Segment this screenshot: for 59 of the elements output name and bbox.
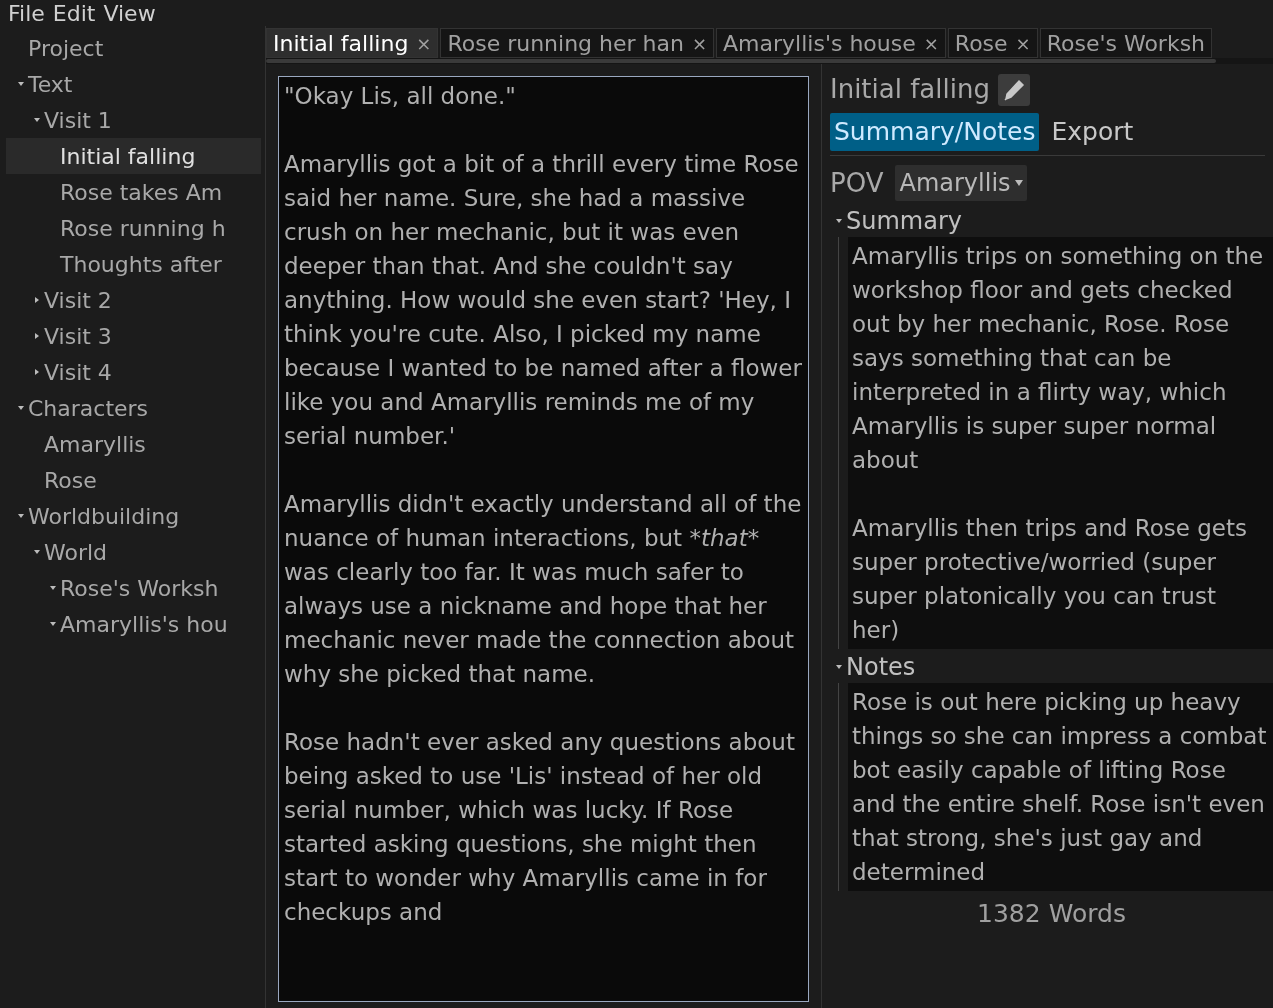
inspector-tab[interactable]: Summary/Notes xyxy=(830,113,1040,151)
section-header[interactable]: Notes xyxy=(846,648,916,685)
menu-item[interactable]: File xyxy=(8,0,45,30)
expanded-arrow-icon[interactable] xyxy=(18,81,24,87)
tree-item[interactable]: Amaryllis xyxy=(6,426,261,462)
tree-item[interactable]: Project xyxy=(6,30,261,66)
tree-item[interactable]: Visit 4 xyxy=(6,354,261,390)
section-header[interactable]: Summary xyxy=(846,202,962,239)
document-tab[interactable]: Rose × xyxy=(947,28,1038,58)
paragraph: Amaryllis then trips and Rose gets super protective/worried (super super platonically you can trust her) xyxy=(852,513,1248,645)
tree-item[interactable]: Visit 1 xyxy=(6,102,261,138)
tree-item[interactable]: Visit 3 xyxy=(6,318,261,354)
text-editor[interactable] xyxy=(278,76,809,1002)
expanded-arrow-icon[interactable] xyxy=(836,663,842,670)
collapsed-arrow-icon[interactable] xyxy=(34,369,40,375)
paragraph: Amaryllis got a bit of a thrill every time Rose said her name. Sure, she had a massive crush on her mechanic, but it was even deeper than that. And she couldn't say anything. How would she even start? 'Hey, I think you're cute. Also, I picked my name because I wanted to be named after a flower like you and Amaryllis reminds me of my serial number.' xyxy=(284,150,803,451)
paragraph: "Okay Lis, all done." xyxy=(284,82,517,111)
expanded-arrow-icon[interactable] xyxy=(50,621,56,627)
close-tab-button[interactable]: × xyxy=(1015,29,1031,57)
document-tab[interactable]: Amaryllis's house × xyxy=(716,28,946,58)
pov-label: POV xyxy=(830,166,884,200)
paragraph: Rose hadn't ever asked any questions about being asked to use 'Lis' instead of her old serial number, which was lucky. If Rose started asking questions, she might then start to wonder why Amaryllis came in for checkups and xyxy=(284,728,796,927)
tree-item[interactable]: Thoughts after xyxy=(6,246,261,282)
close-tab-button[interactable]: × xyxy=(416,29,432,57)
tree-item[interactable]: Worldbuilding xyxy=(6,498,261,534)
expanded-arrow-icon[interactable] xyxy=(34,117,40,123)
tree-item[interactable]: Characters xyxy=(6,390,261,426)
tree-item[interactable]: Initial falling xyxy=(6,138,261,174)
inspector-tab[interactable]: Export xyxy=(1047,113,1138,151)
expanded-arrow-icon[interactable] xyxy=(836,217,842,224)
document-tab[interactable]: Rose running her han × xyxy=(440,28,715,58)
document-tab[interactable]: Initial falling × xyxy=(266,28,439,58)
tree-item[interactable]: Rose running h xyxy=(6,210,261,246)
tree-item[interactable]: Rose's Worksh xyxy=(6,570,261,606)
menu-item[interactable]: View xyxy=(103,0,156,30)
expanded-arrow-icon[interactable] xyxy=(34,549,40,555)
menu-item[interactable]: Edit xyxy=(52,0,96,30)
expanded-arrow-icon[interactable] xyxy=(18,405,24,411)
collapsed-arrow-icon[interactable] xyxy=(34,297,40,303)
paragraph: Amaryllis didn't exactly understand all of the nuance of human interactions, but *that* was clearly too far. It was much safer to always use a nickname and hope that her mechanic never made the connection about why she picked that name. xyxy=(284,490,803,689)
close-tab-button[interactable]: × xyxy=(691,29,708,57)
tree-item[interactable]: Amaryllis's hou xyxy=(6,606,261,642)
dropdown-caret-icon xyxy=(1014,180,1023,186)
word-count: 1382 Words xyxy=(977,897,1126,930)
collapsed-arrow-icon[interactable] xyxy=(34,333,40,339)
tree-item[interactable]: Visit 2 xyxy=(6,282,261,318)
expanded-arrow-icon[interactable] xyxy=(18,513,24,519)
scene-title: Initial falling xyxy=(830,73,990,106)
edit-button[interactable] xyxy=(997,73,1030,106)
paragraph: Amaryllis trips on something on the workshop floor and gets checked out by her mechanic, Rose. Rose says something that can be interpreted in a flirty way, which Amaryllis is super super normal about xyxy=(852,241,1265,475)
expanded-arrow-icon[interactable] xyxy=(50,585,56,591)
pov-dropdown[interactable]: Amaryllis xyxy=(895,165,1027,201)
tree-item[interactable]: Rose xyxy=(6,462,261,498)
tree-item[interactable]: World xyxy=(6,534,261,570)
tree-item[interactable]: Text xyxy=(6,66,261,102)
tree-item[interactable]: Rose takes Am xyxy=(6,174,261,210)
pen-icon xyxy=(1002,78,1025,101)
document-tab[interactable]: Rose's Worksh xyxy=(1039,28,1213,58)
close-tab-button[interactable]: × xyxy=(923,29,939,57)
